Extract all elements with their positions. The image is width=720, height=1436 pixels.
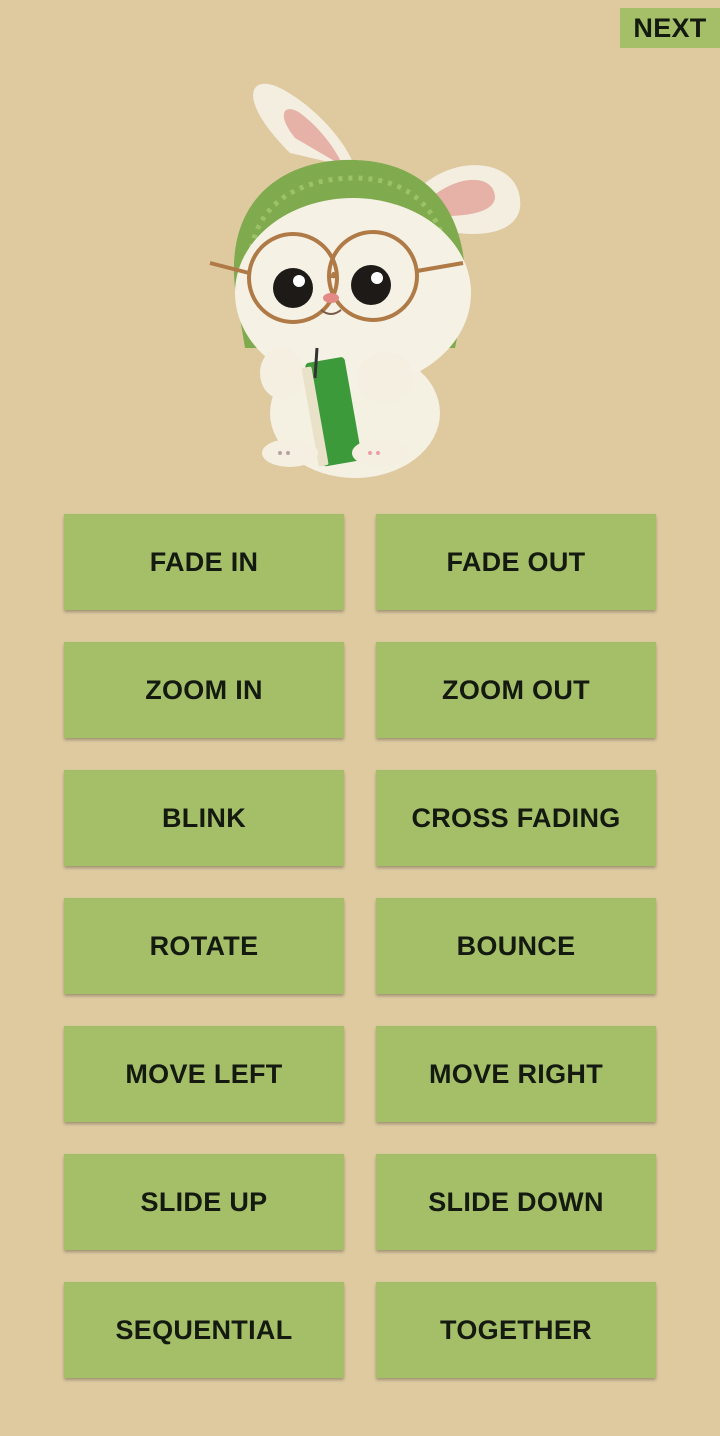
- rotate-button[interactable]: ROTATE: [64, 898, 344, 994]
- zoom-out-button[interactable]: ZOOM OUT: [376, 642, 656, 738]
- animation-buttons-grid: FADE IN FADE OUT ZOOM IN ZOOM OUT BLINK …: [64, 514, 656, 1378]
- move-right-button[interactable]: MOVE RIGHT: [376, 1026, 656, 1122]
- slide-down-button[interactable]: SLIDE DOWN: [376, 1154, 656, 1250]
- move-left-button[interactable]: MOVE LEFT: [64, 1026, 344, 1122]
- zoom-in-button[interactable]: ZOOM IN: [64, 642, 344, 738]
- fade-out-button[interactable]: FADE OUT: [376, 514, 656, 610]
- blink-button[interactable]: BLINK: [64, 770, 344, 866]
- sequential-button[interactable]: SEQUENTIAL: [64, 1282, 344, 1378]
- next-button[interactable]: NEXT: [620, 8, 720, 48]
- slide-up-button[interactable]: SLIDE UP: [64, 1154, 344, 1250]
- bounce-button[interactable]: BOUNCE: [376, 898, 656, 994]
- bunny-illustration: [195, 78, 535, 478]
- cross-fading-button[interactable]: CROSS FADING: [376, 770, 656, 866]
- together-button[interactable]: TOGETHER: [376, 1282, 656, 1378]
- fade-in-button[interactable]: FADE IN: [64, 514, 344, 610]
